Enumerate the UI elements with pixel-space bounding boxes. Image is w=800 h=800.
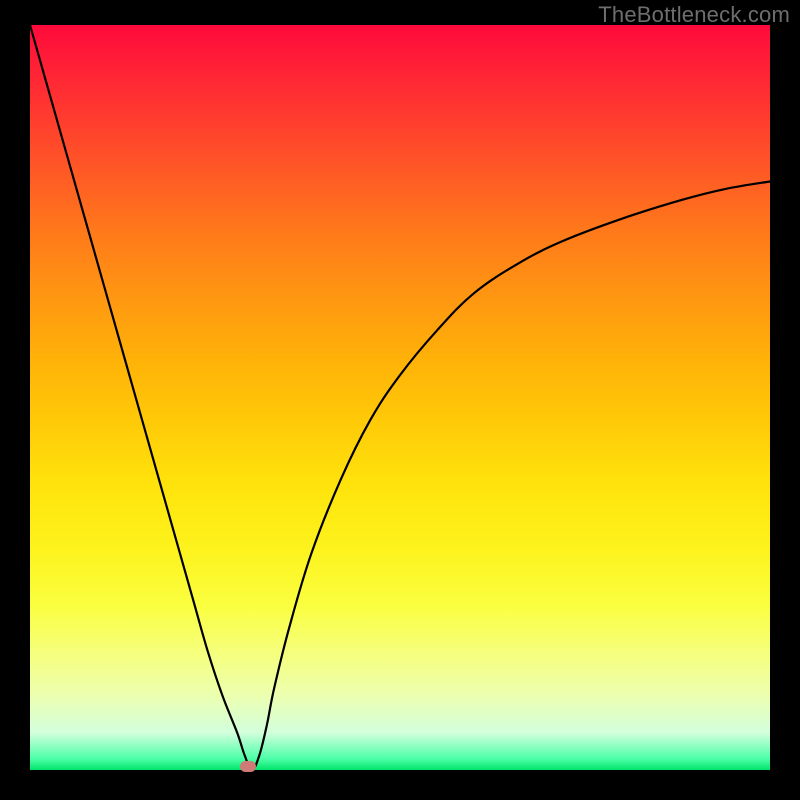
bottleneck-curve [30,25,770,770]
watermark-label: TheBottleneck.com [598,2,790,28]
curve-overlay [30,25,770,770]
plot-area [30,25,770,770]
optimal-point-marker [240,761,256,772]
chart-frame: TheBottleneck.com [0,0,800,800]
